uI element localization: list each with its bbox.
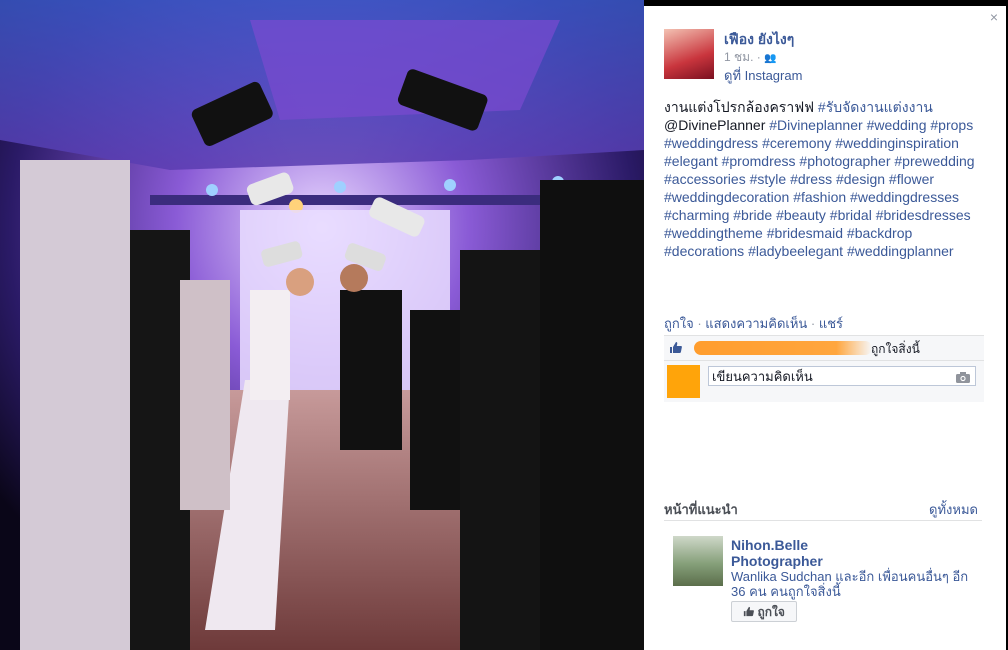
hashtag-link[interactable]: #elegant bbox=[664, 153, 718, 169]
hashtag-link[interactable]: #bridesmaid bbox=[767, 225, 843, 241]
comment-placeholder: เขียนความคิดเห็น bbox=[712, 369, 813, 384]
hashtag-link[interactable]: #accessories bbox=[664, 171, 746, 187]
hashtag-link[interactable]: #props bbox=[930, 117, 973, 133]
suggested-pages-title: หน้าที่แนะนำ bbox=[664, 502, 738, 517]
hashtag-link[interactable]: #รับจัดงานแต่งงาน bbox=[818, 99, 933, 115]
hashtag-link[interactable]: #weddingplanner bbox=[847, 243, 954, 259]
hashtag-link[interactable]: #weddingdress bbox=[664, 135, 758, 151]
hashtag-link[interactable]: #photographer bbox=[799, 153, 890, 169]
thumbs-up-icon bbox=[669, 341, 682, 354]
hashtag-link[interactable]: #weddingtheme bbox=[664, 225, 763, 241]
like-link[interactable]: ถูกใจ bbox=[664, 316, 694, 331]
like-comment-box: ถูกใจสิ่งนี้ เขียนความคิดเห็น bbox=[664, 335, 984, 402]
post-source-link[interactable]: ดูที่ Instagram bbox=[724, 65, 802, 86]
hashtag-link[interactable]: #ceremony bbox=[762, 135, 831, 151]
post-actions: ถูกใจ · แสดงความคิดเห็น · แชร์ bbox=[664, 316, 844, 331]
hashtag-link[interactable]: #prewedding bbox=[894, 153, 974, 169]
hashtag-link[interactable]: #flower bbox=[889, 171, 934, 187]
author-avatar[interactable] bbox=[664, 29, 714, 79]
hashtag-link[interactable]: #wedding bbox=[867, 117, 927, 133]
friends-icon[interactable]: 👥 bbox=[764, 53, 776, 64]
hashtag-link[interactable]: #bride bbox=[733, 207, 772, 223]
see-all-link[interactable]: ดูทั้งหมด bbox=[929, 499, 978, 520]
divider bbox=[664, 520, 982, 521]
hashtag-link[interactable]: #charming bbox=[664, 207, 729, 223]
suggested-page-description: Wanlika Sudchan และอีก เพื่อนคนอื่นๆ อีก… bbox=[731, 569, 969, 599]
share-link[interactable]: แชร์ bbox=[819, 316, 843, 331]
close-icon[interactable]: × bbox=[990, 9, 998, 25]
likes-suffix: ถูกใจสิ่งนี้ bbox=[871, 342, 920, 356]
wedding-photo-image bbox=[0, 0, 644, 650]
hashtag-link[interactable]: #fashion bbox=[793, 189, 846, 205]
commenter-avatar bbox=[667, 365, 700, 398]
hashtag-link[interactable]: #weddingdresses bbox=[850, 189, 959, 205]
hashtag-link[interactable]: @DivinePlanner bbox=[664, 117, 765, 133]
hashtag-link[interactable]: #decorations bbox=[664, 243, 744, 259]
hashtag-link[interactable]: #bridesdresses bbox=[876, 207, 971, 223]
hashtag-link[interactable]: #ladybeelegant bbox=[748, 243, 843, 259]
hashtag-link[interactable]: #weddinginspiration bbox=[835, 135, 959, 151]
blurred-liker-name[interactable] bbox=[694, 341, 872, 355]
comment-input[interactable]: เขียนความคิดเห็น bbox=[708, 366, 976, 386]
thumbs-up-icon bbox=[743, 605, 757, 619]
camera-icon[interactable] bbox=[956, 369, 970, 383]
post-side-panel: × เฟือง ยังไงๆ 1 ชม. · 👥 ดูที่ Instagram… bbox=[644, 6, 1006, 650]
hashtag-link[interactable]: #beauty bbox=[776, 207, 826, 223]
hashtag-link[interactable]: #style bbox=[750, 171, 787, 187]
hashtag-link[interactable]: #backdrop bbox=[847, 225, 912, 241]
like-page-label: ถูกใจ bbox=[757, 605, 785, 619]
hashtag-link[interactable]: #promdress bbox=[722, 153, 796, 169]
caption-text: งานแต่งโปรกล้องคราฟฟ bbox=[664, 99, 818, 115]
hashtag-link[interactable]: #bridal bbox=[830, 207, 872, 223]
hashtag-list: #รับจัดงานแต่งงาน @DivinePlanner #Divine… bbox=[664, 99, 975, 259]
comment-link[interactable]: แสดงความคิดเห็น bbox=[705, 316, 807, 331]
hashtag-link[interactable]: #Divineplanner bbox=[769, 117, 862, 133]
post-caption: งานแต่งโปรกล้องคราฟฟ #รับจัดงานแต่งงาน @… bbox=[664, 98, 994, 260]
likes-summary: ถูกใจสิ่งนี้ bbox=[664, 336, 984, 361]
like-page-button[interactable]: ถูกใจ bbox=[731, 601, 797, 622]
hashtag-link[interactable]: #weddingdecoration bbox=[664, 189, 789, 205]
hashtag-link[interactable]: #dress bbox=[790, 171, 832, 187]
suggested-page-name[interactable]: Nihon.Belle Photographer bbox=[731, 537, 881, 569]
hashtag-link[interactable]: #design bbox=[836, 171, 885, 187]
post-photo[interactable] bbox=[0, 0, 644, 650]
post-time[interactable]: 1 ชม. bbox=[724, 50, 753, 64]
suggested-page-image[interactable] bbox=[673, 536, 723, 586]
